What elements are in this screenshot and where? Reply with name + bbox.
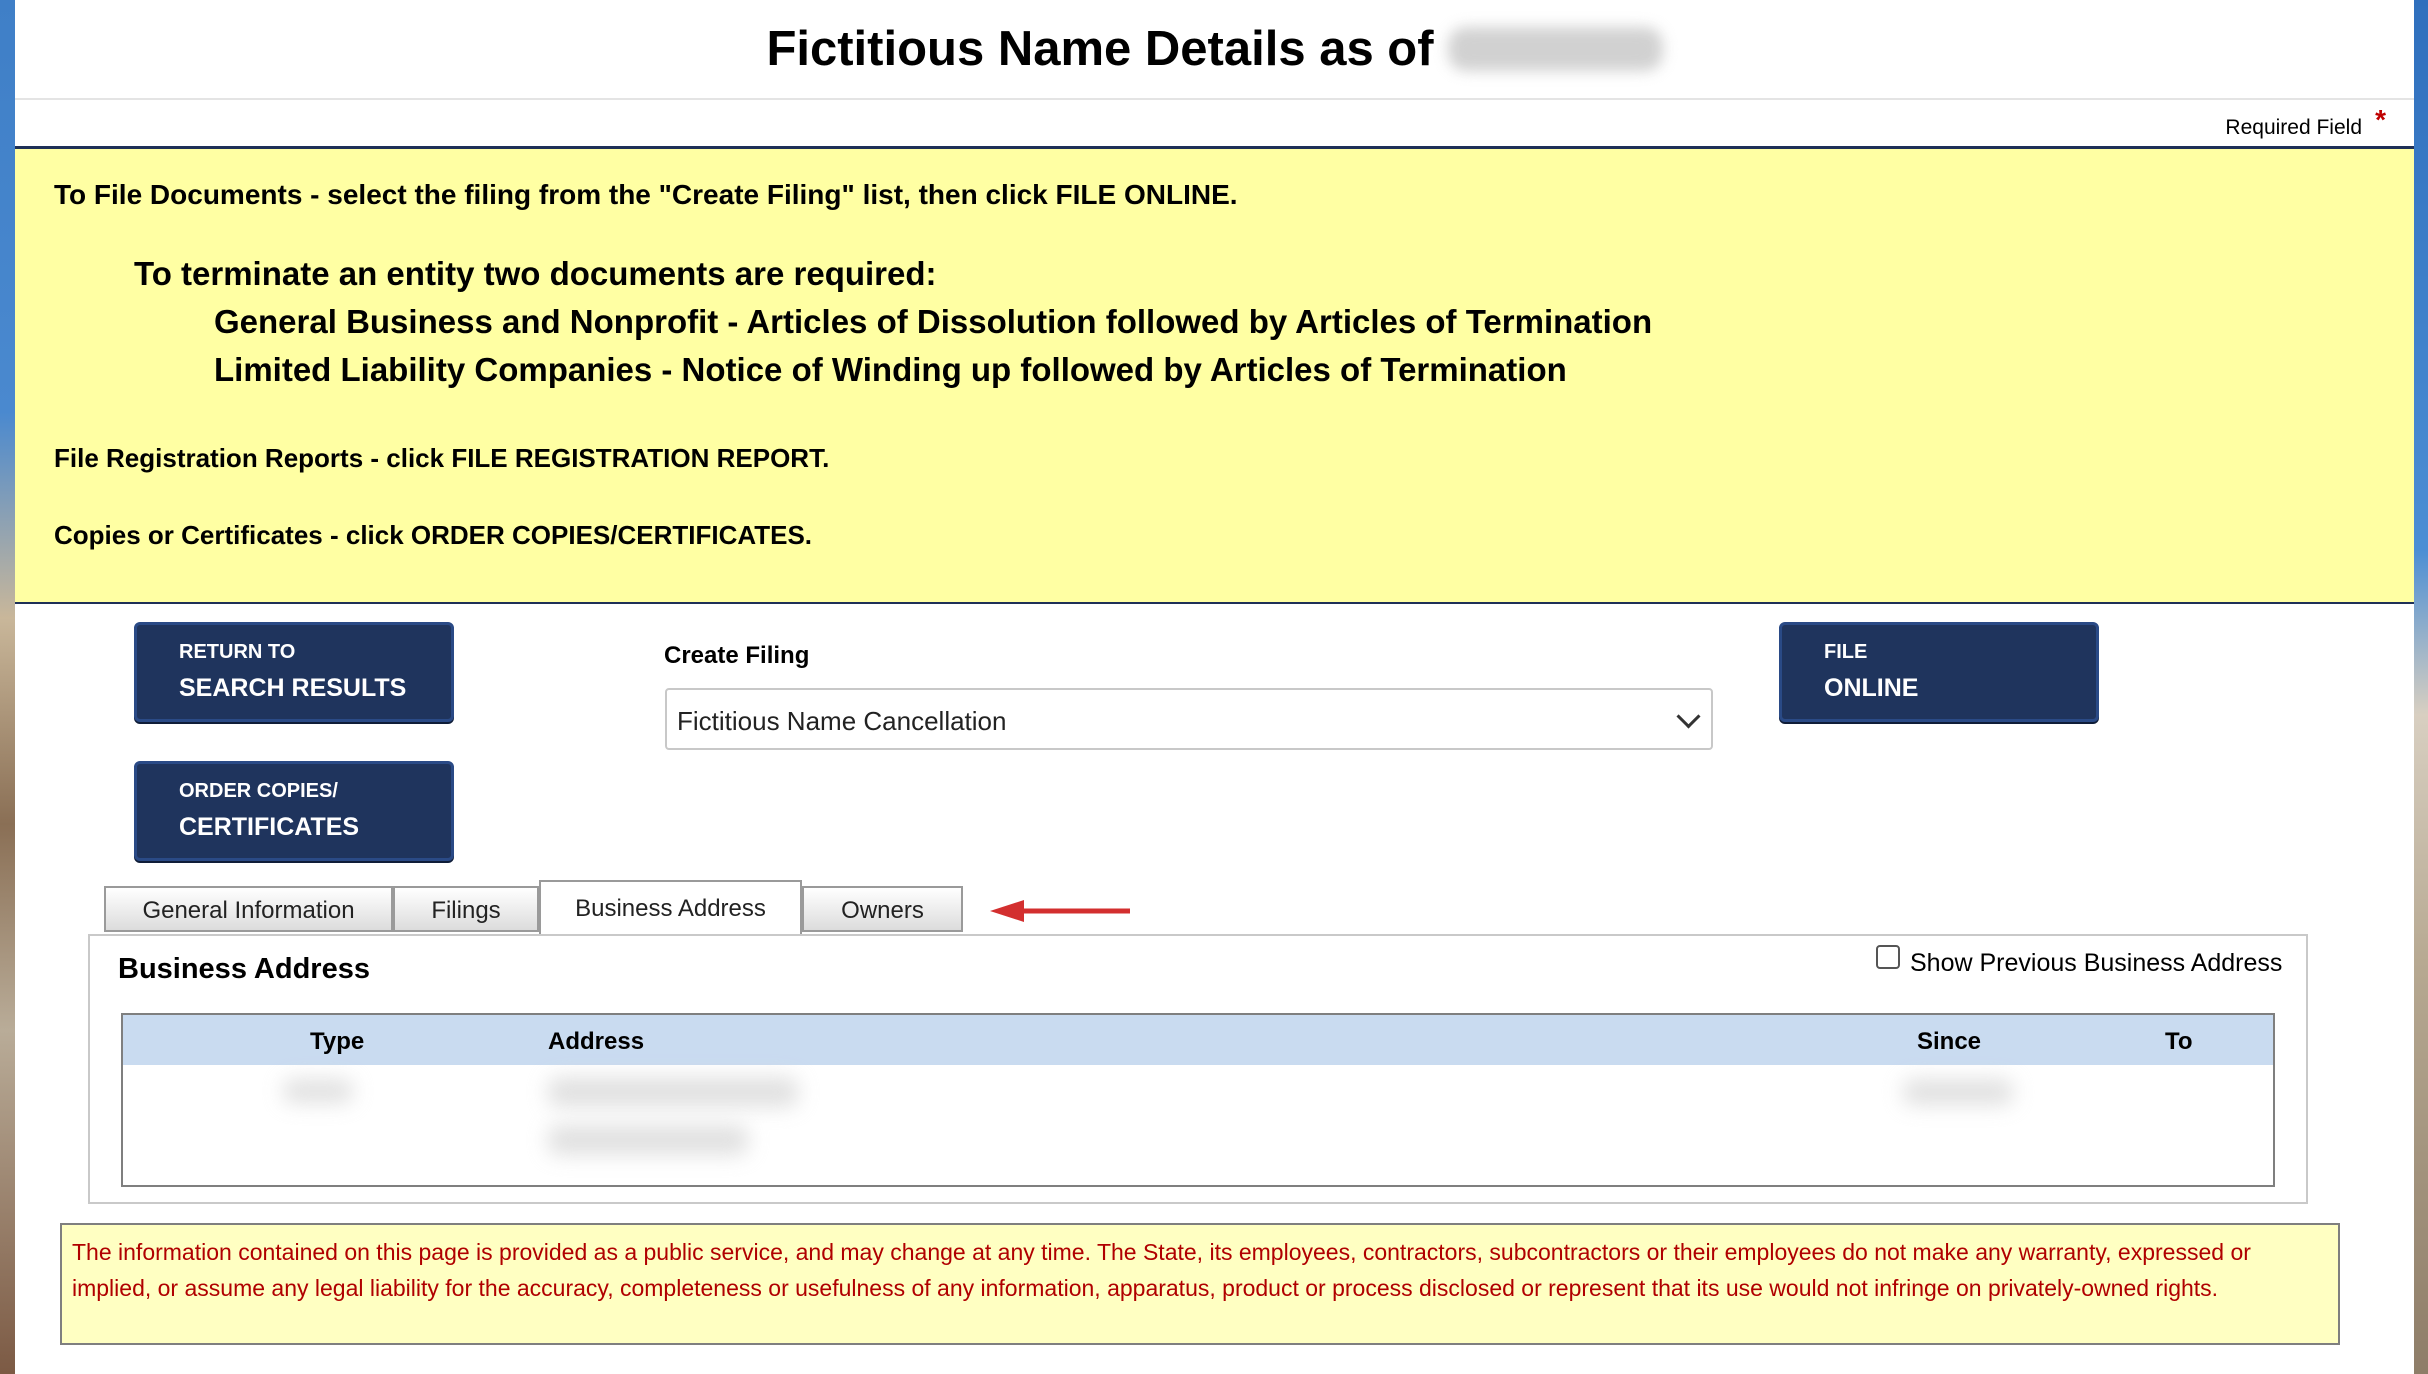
- order-copies-certificates-button[interactable]: ORDER COPIES/ CERTIFICATES: [134, 761, 454, 861]
- tab-general-information[interactable]: General Information: [104, 886, 393, 932]
- file-button-small-label: FILE: [1824, 641, 1868, 663]
- required-field-label: Required Field: [2225, 116, 2362, 139]
- notice-terminate-item-general: General Business and Nonprofit - Article…: [214, 303, 1653, 340]
- notice-file-documents: To File Documents - select the filing fr…: [54, 179, 1238, 210]
- notice-terminate-heading: To terminate an entity two documents are…: [134, 255, 937, 292]
- return-button-big-label: SEARCH RESULTS: [179, 674, 407, 702]
- file-online-button[interactable]: FILE ONLINE: [1779, 622, 2099, 722]
- chevron-down-icon: [1676, 704, 1701, 729]
- column-header-address: Address: [548, 1028, 645, 1055]
- create-filing-select[interactable]: Fictitious Name Cancellation: [665, 688, 1713, 750]
- order-button-small-label: ORDER COPIES/: [179, 780, 338, 802]
- business-address-heading: Business Address: [118, 953, 370, 985]
- required-field-row: Required Field *: [15, 100, 2414, 149]
- tab-label: Filings: [431, 897, 501, 924]
- page-title: Fictitious Name Details as of: [766, 21, 1663, 77]
- tab-label: General Information: [142, 897, 355, 924]
- disclaimer-notice: The information contained on this page i…: [60, 1223, 2340, 1345]
- tab-owners[interactable]: Owners: [802, 886, 963, 932]
- column-header-type: Type: [310, 1028, 365, 1055]
- order-button-big-label: CERTIFICATES: [179, 813, 360, 841]
- column-header-since: Since: [1917, 1028, 1982, 1055]
- return-to-search-results-button[interactable]: RETURN TO SEARCH RESULTS: [134, 622, 454, 722]
- required-asterisk-icon: *: [2375, 104, 2386, 135]
- file-button-big-label: ONLINE: [1824, 674, 1919, 702]
- business-address-table: Type Address Since To: [121, 1013, 2275, 1187]
- table-header-row: Type Address Since To: [123, 1015, 2273, 1065]
- tab-filings[interactable]: Filings: [393, 886, 539, 932]
- show-previous-business-address-label[interactable]: Show Previous Business Address: [1896, 949, 2282, 978]
- redacted-type-cell: [283, 1079, 353, 1103]
- tab-label: Business Address: [575, 895, 766, 922]
- create-filing-label: Create Filing: [664, 642, 810, 669]
- redacted-address-line-2: [548, 1125, 748, 1155]
- redacted-address-line-1: [548, 1077, 798, 1107]
- redacted-since-cell: [1903, 1079, 2013, 1105]
- page-title-text: Fictitious Name Details as of: [766, 22, 1434, 76]
- notice-terminate-item-llc: Limited Liability Companies - Notice of …: [214, 351, 1567, 388]
- notice-copies-certificates: Copies or Certificates - click ORDER COP…: [54, 520, 813, 550]
- background-left-edge: [0, 0, 15, 1374]
- tab-label: Owners: [841, 897, 924, 924]
- header: Fictitious Name Details as of: [15, 0, 2414, 100]
- tab-business-address[interactable]: Business Address: [539, 880, 802, 934]
- left-arrow-icon: [990, 900, 1130, 922]
- column-header-to: To: [2165, 1028, 2193, 1055]
- background-right-edge: [2414, 0, 2428, 1374]
- instructions-notice: To File Documents - select the filing fr…: [15, 149, 2414, 604]
- notice-registration-reports: File Registration Reports - click FILE R…: [54, 443, 830, 473]
- create-filing-selected-value: Fictitious Name Cancellation: [677, 706, 1007, 736]
- redacted-date: [1447, 27, 1663, 71]
- return-button-small-label: RETURN TO: [179, 641, 296, 663]
